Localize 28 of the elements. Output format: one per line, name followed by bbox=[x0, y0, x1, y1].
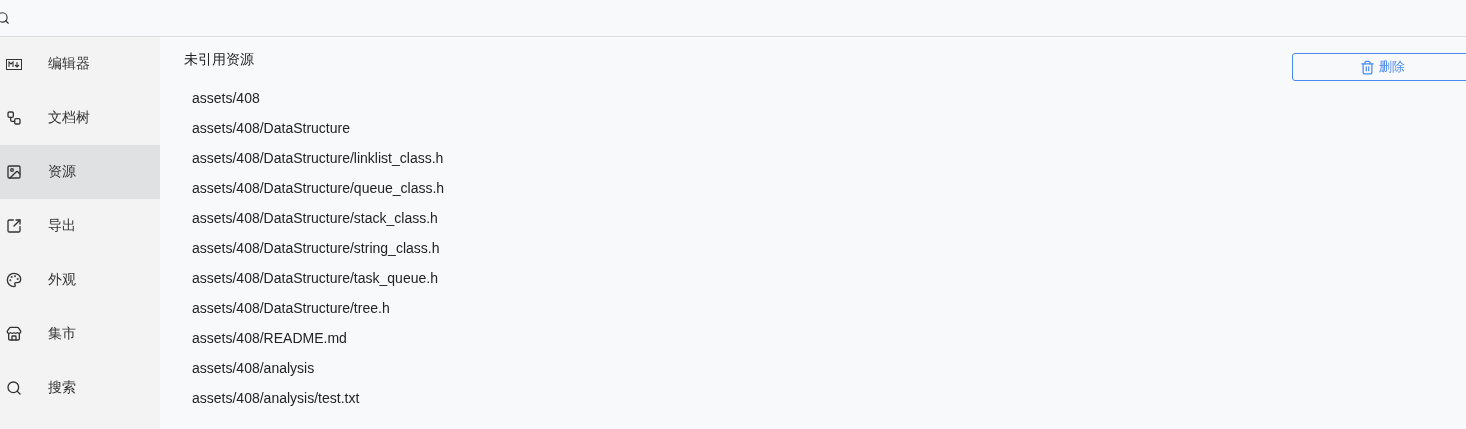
trash-icon bbox=[1359, 59, 1375, 75]
sidebar-item[interactable]: 搜索 bbox=[0, 361, 160, 415]
file-path: assets/408 bbox=[191, 89, 260, 108]
sidebar-item[interactable]: 导出 bbox=[0, 199, 160, 253]
search-icon[interactable] bbox=[0, 11, 10, 25]
file-path: assets/408/DataStructure/linklist_class.h bbox=[191, 149, 444, 168]
sidebar-item[interactable]: 资源 bbox=[0, 145, 160, 199]
markdown-icon bbox=[6, 58, 22, 70]
palette-icon bbox=[6, 272, 22, 288]
sidebar-item[interactable]: 集市 bbox=[0, 307, 160, 361]
file-path: assets/408/DataStructure/tree.h bbox=[191, 299, 390, 318]
section-title: 未引用资源 bbox=[184, 51, 254, 69]
file-path: assets/408/DataStructure/string_class.h bbox=[191, 239, 440, 258]
image-icon bbox=[6, 164, 22, 180]
store-icon bbox=[6, 326, 22, 342]
export-icon bbox=[6, 218, 22, 234]
sidebar-item[interactable]: 文档树 bbox=[0, 91, 160, 145]
file-path: assets/408/analysis/test.txt bbox=[191, 389, 360, 408]
file-path: assets/408/DataStructure/task_queue.h bbox=[191, 269, 438, 288]
file-path: assets/408/DataStructure/queue_class.h bbox=[191, 179, 445, 198]
sidebar-item[interactable]: 外观 bbox=[0, 253, 160, 307]
file-path: assets/408/analysis bbox=[191, 359, 315, 378]
file-path: assets/408/README.md bbox=[191, 329, 347, 348]
file-path: assets/408/DataStructure bbox=[191, 119, 350, 138]
sidebar-item[interactable]: 编辑器 bbox=[0, 37, 160, 91]
file-path: assets/408/DataStructure/stack_class.h bbox=[191, 209, 438, 228]
tree-icon bbox=[6, 110, 22, 126]
search-icon bbox=[6, 380, 22, 396]
